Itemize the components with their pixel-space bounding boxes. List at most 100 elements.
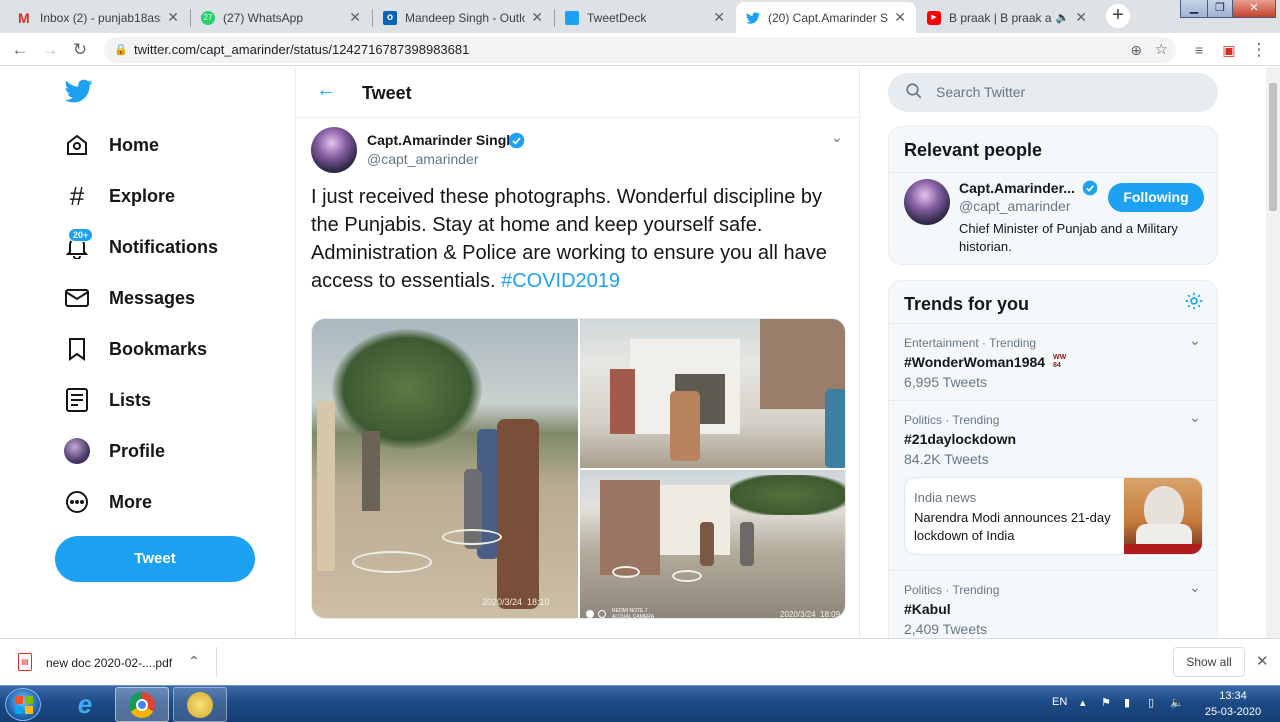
tab-youtube[interactable]: ▶ B praak | B praak all 🔈 ✕ xyxy=(917,2,1097,33)
language-indicator[interactable]: EN xyxy=(1052,696,1067,708)
news-card[interactable]: India news Narendra Modi announces 21-da… xyxy=(904,477,1203,555)
news-thumbnail xyxy=(1124,478,1202,554)
kebab-menu-icon[interactable]: ⋮ xyxy=(1248,39,1270,61)
gear-icon[interactable] xyxy=(1184,291,1204,316)
chevron-down-icon[interactable]: ⌄ xyxy=(1189,579,1201,596)
chevron-down-icon[interactable]: ⌄ xyxy=(1189,409,1201,426)
sidebar-item-home[interactable]: Home xyxy=(64,130,159,160)
verified-icon xyxy=(508,132,525,154)
notification-badge: 20+ xyxy=(68,228,94,242)
bookmark-icon xyxy=(64,336,90,362)
verified-icon xyxy=(1082,180,1098,201)
app-icon[interactable] xyxy=(173,687,227,722)
new-tab-button[interactable]: + xyxy=(1106,4,1130,28)
show-all-button[interactable]: Show all xyxy=(1173,647,1245,677)
page-scrollbar[interactable] xyxy=(1266,67,1280,638)
tab-gmail[interactable]: M Inbox (2) - punjab18assi ✕ xyxy=(8,2,189,33)
tab-tweetdeck[interactable]: TweetDeck ✕ xyxy=(555,2,735,33)
restore-button[interactable]: ❐ xyxy=(1207,0,1233,18)
hashtag-icon: # xyxy=(69,180,85,211)
author-name[interactable]: Capt.Amarinder Singh xyxy=(367,132,515,148)
close-window-button[interactable]: ✕ xyxy=(1232,0,1276,18)
outlook-icon: o xyxy=(383,10,397,25)
trend-item[interactable]: Politics · Trending #21daylockdown 84.2K… xyxy=(889,400,1217,570)
download-bar: ▤ new doc 2020-02-....pdf ⌃ Show all ✕ xyxy=(0,638,1280,685)
network-icon[interactable]: ▮ xyxy=(1124,696,1130,709)
chevron-up-icon[interactable]: ▴ xyxy=(1080,696,1086,709)
trend-count: 2,409 Tweets xyxy=(904,621,988,637)
zoom-icon[interactable]: ⊕ xyxy=(1130,37,1142,63)
pdf-file-icon: ▤ xyxy=(18,653,32,671)
chevron-down-icon[interactable]: ⌄ xyxy=(1189,332,1201,349)
tweet-compose-button[interactable]: Tweet xyxy=(55,536,255,582)
clock-date[interactable]: 25-03-2020 xyxy=(1198,706,1268,718)
hashtag-link[interactable]: #COVID2019 xyxy=(501,270,620,292)
search-input[interactable]: Search Twitter xyxy=(936,84,1025,100)
close-icon[interactable]: ✕ xyxy=(713,9,725,26)
close-icon[interactable]: ✕ xyxy=(1256,652,1269,670)
close-icon[interactable]: ✕ xyxy=(531,9,543,26)
close-icon[interactable]: ✕ xyxy=(167,9,179,26)
author-handle[interactable]: @capt_amarinder xyxy=(367,151,479,167)
gmail-icon: M xyxy=(18,9,30,26)
clock-time[interactable]: 13:34 xyxy=(1208,690,1258,702)
tab-twitter-active[interactable]: (20) Capt.Amarinder Sin ✕ xyxy=(736,2,916,33)
internet-explorer-icon[interactable]: e xyxy=(58,687,112,722)
relevant-name[interactable]: Capt.Amarinder... xyxy=(959,180,1075,196)
chevron-down-icon[interactable]: ⌄ xyxy=(831,129,843,146)
flag-icon[interactable]: ⚑ xyxy=(1101,696,1111,709)
sidebar-item-more[interactable]: More xyxy=(64,487,152,517)
sidebar-item-bookmarks[interactable]: Bookmarks xyxy=(64,334,207,364)
search-box[interactable]: Search Twitter xyxy=(888,73,1218,112)
sidebar-item-notifications[interactable]: 20+ Notifications xyxy=(64,228,218,262)
news-headline: Narendra Modi announces 21-day lockdown … xyxy=(914,510,1111,543)
start-button[interactable] xyxy=(5,688,41,721)
relevant-people-card: Relevant people Capt.Amarinder... @capt_… xyxy=(888,126,1218,265)
photo-timestamp: 2020/3/24 18:10 xyxy=(482,597,550,607)
scrollbar-thumb[interactable] xyxy=(1269,83,1277,211)
avatar-icon xyxy=(64,438,90,464)
author-avatar[interactable] xyxy=(311,127,357,173)
browser-toolbar: ← → ↻ 🔒 twitter.com/capt_amarinder/statu… xyxy=(0,33,1280,66)
address-bar[interactable]: 🔒 twitter.com/capt_amarinder/status/1242… xyxy=(104,37,1176,63)
tweet-photo-3[interactable]: REDMI NOTE 7 AI DUAL CAMERA 2020/3/24 18… xyxy=(580,470,845,618)
following-button[interactable]: Following xyxy=(1108,183,1204,212)
trend-count: 6,995 Tweets xyxy=(904,374,988,390)
speaker-icon[interactable]: 🔈 xyxy=(1056,11,1070,24)
tweet-photo-2[interactable] xyxy=(580,319,845,468)
relevant-avatar[interactable] xyxy=(904,179,950,225)
close-icon[interactable]: ✕ xyxy=(1075,9,1087,26)
reading-list-icon[interactable]: ≡ xyxy=(1188,39,1210,61)
relevant-handle[interactable]: @capt_amarinder xyxy=(959,198,1071,214)
trend-item[interactable]: Entertainment · Trending #WonderWoman198… xyxy=(889,323,1217,400)
back-arrow-icon[interactable]: ← xyxy=(316,79,336,102)
twitter-logo-icon[interactable] xyxy=(64,78,93,109)
trend-context: Politics · Trending xyxy=(904,413,1000,427)
trend-tag: #WonderWoman1984 xyxy=(904,354,1046,370)
forward-button[interactable]: → xyxy=(39,39,61,61)
sidebar-item-messages[interactable]: Messages xyxy=(64,283,195,313)
envelope-icon xyxy=(64,285,90,311)
sidebar-item-lists[interactable]: Lists xyxy=(64,385,151,415)
trends-title: Trends for you xyxy=(904,294,1030,314)
bookmark-star-icon[interactable]: ☆ xyxy=(1155,37,1168,63)
extension-icon[interactable]: ▣ xyxy=(1218,39,1240,61)
download-filename[interactable]: new doc 2020-02-....pdf xyxy=(46,656,172,670)
chevron-up-icon[interactable]: ⌃ xyxy=(188,653,200,670)
taskbar: e EN ▴ ⚑ ▮ ▯ 🔈 13:34 25-03-2020 xyxy=(0,685,1280,722)
close-icon[interactable]: ✕ xyxy=(349,9,361,26)
tab-outlook[interactable]: o Mandeep Singh - Outlo ✕ xyxy=(373,2,553,33)
reload-button[interactable]: ↻ xyxy=(69,39,91,61)
sidebar-item-profile[interactable]: Profile xyxy=(64,436,165,466)
sidebar-item-explore[interactable]: # Explore xyxy=(64,181,175,211)
search-icon xyxy=(905,82,923,105)
twitter-icon xyxy=(746,11,760,25)
battery-icon[interactable]: ▯ xyxy=(1148,696,1154,709)
minimize-button[interactable]: ▁ xyxy=(1180,0,1208,18)
tab-whatsapp[interactable]: 27 (27) WhatsApp ✕ xyxy=(191,2,371,33)
chrome-icon[interactable] xyxy=(115,687,169,722)
tweet-photo-1[interactable]: 2020/3/24 18:10 xyxy=(312,319,578,618)
volume-icon[interactable]: 🔈 xyxy=(1170,696,1184,709)
close-icon[interactable]: ✕ xyxy=(894,9,906,26)
back-button[interactable]: ← xyxy=(9,39,31,61)
